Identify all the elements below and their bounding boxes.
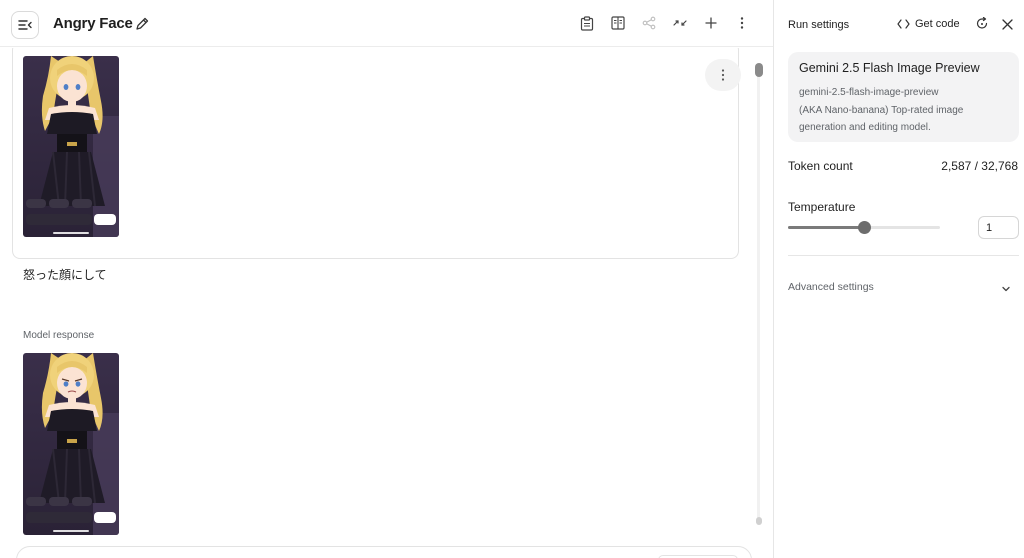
model-name: Gemini 2.5 Flash Image Preview bbox=[799, 61, 980, 75]
model-output-image[interactable] bbox=[23, 353, 119, 535]
compare-icon bbox=[611, 16, 625, 30]
anime-character-image bbox=[23, 353, 119, 535]
page-title: Angry Face bbox=[53, 15, 133, 32]
menu-collapse-icon bbox=[18, 20, 32, 30]
advanced-settings-label[interactable]: Advanced settings bbox=[788, 281, 874, 293]
model-description: (AKA Nano-banana) Top-rated image genera… bbox=[799, 104, 964, 134]
more-options-button[interactable] bbox=[733, 14, 751, 32]
edit-title-button[interactable] bbox=[134, 16, 150, 32]
model-response-label: Model response bbox=[23, 330, 95, 341]
compress-button[interactable] bbox=[671, 14, 689, 32]
share-icon bbox=[642, 16, 656, 30]
close-panel-button[interactable] bbox=[1000, 17, 1014, 31]
chat-scrollbar-thumb[interactable] bbox=[755, 63, 763, 77]
chevron-down-icon bbox=[1002, 286, 1010, 292]
more-vert-icon bbox=[740, 17, 744, 29]
temperature-input[interactable] bbox=[978, 216, 1019, 239]
chat-scrollbar-track[interactable] bbox=[757, 66, 760, 524]
model-id: gemini-2.5-flash-image-preview bbox=[799, 87, 939, 98]
edit-pencil-icon bbox=[136, 17, 149, 30]
new-chat-button[interactable] bbox=[702, 14, 720, 32]
chat-main-column: Angry Face 怒った顔にして Model response bbox=[0, 0, 773, 558]
run-settings-panel: Run settings Get code Gemini 2.5 Flash I… bbox=[773, 0, 1024, 558]
share-button[interactable] bbox=[640, 14, 658, 32]
compare-button[interactable] bbox=[609, 14, 627, 32]
get-code-label: Get code bbox=[915, 18, 960, 30]
token-count-value: 2,587 / 32,768 bbox=[941, 159, 1018, 173]
user-prompt-card bbox=[12, 48, 741, 259]
temperature-slider-fill bbox=[788, 226, 864, 229]
token-count-label: Token count bbox=[788, 159, 853, 173]
temperature-label: Temperature bbox=[788, 200, 856, 214]
clipboard-icon bbox=[580, 15, 594, 31]
close-icon bbox=[1001, 18, 1013, 30]
compress-icon bbox=[673, 20, 687, 26]
model-selector-card[interactable]: Gemini 2.5 Flash Image Preview gemini-2.… bbox=[788, 52, 1019, 142]
uploaded-image[interactable] bbox=[23, 56, 119, 237]
more-vert-icon bbox=[721, 69, 725, 81]
user-prompt-text: 怒った顔にして bbox=[23, 268, 107, 282]
chat-scroll-area[interactable]: 怒った顔にして Model response bbox=[0, 48, 773, 558]
chat-header: Angry Face bbox=[0, 0, 773, 47]
reset-icon bbox=[976, 17, 988, 29]
next-turn-card bbox=[16, 546, 752, 558]
get-code-button[interactable]: Get code bbox=[897, 18, 960, 30]
advanced-settings-toggle[interactable] bbox=[1000, 282, 1012, 294]
add-icon bbox=[705, 17, 717, 29]
turn-options-button[interactable] bbox=[705, 59, 741, 91]
chat-scrollbar-end bbox=[756, 517, 762, 525]
run-settings-title: Run settings bbox=[788, 19, 850, 31]
reset-settings-button[interactable] bbox=[975, 17, 989, 31]
temperature-slider-thumb[interactable] bbox=[857, 221, 871, 234]
code-brackets-icon bbox=[897, 19, 910, 29]
anime-character-image bbox=[23, 56, 119, 237]
settings-divider bbox=[788, 255, 1019, 256]
menu-collapse-button[interactable] bbox=[11, 11, 39, 39]
clipboard-button[interactable] bbox=[578, 14, 596, 32]
